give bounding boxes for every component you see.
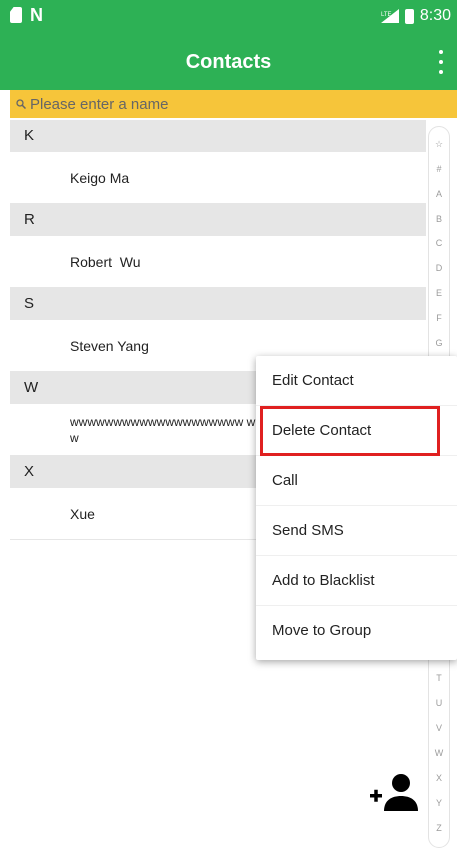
app-bar: Contacts bbox=[0, 34, 457, 90]
contact-name: wwwwwwwwwwwwwwwwwwww ww bbox=[70, 414, 256, 445]
index-letter-z[interactable]: Z bbox=[429, 823, 449, 833]
search-bar bbox=[10, 90, 457, 118]
overflow-dot bbox=[439, 70, 443, 74]
status-time: 8:30 bbox=[419, 7, 451, 24]
contact-name: Keigo Ma bbox=[70, 169, 130, 186]
overflow-menu-icon[interactable] bbox=[437, 50, 445, 74]
notification-n-icon: N bbox=[30, 5, 43, 25]
contact-row[interactable]: Keigo Ma bbox=[10, 152, 426, 204]
menu-item-edit-contact[interactable]: Edit Contact bbox=[256, 356, 457, 406]
contact-context-menu: Edit Contact Delete Contact Call Send SM… bbox=[256, 356, 457, 660]
overflow-dot bbox=[439, 60, 443, 64]
index-letter-v[interactable]: V bbox=[429, 723, 449, 733]
index-letter-w[interactable]: W bbox=[429, 748, 449, 758]
menu-item-add-to-blacklist[interactable]: Add to Blacklist bbox=[256, 556, 457, 606]
index-letter-b[interactable]: B bbox=[429, 214, 449, 224]
index-letter-star[interactable]: ☆ bbox=[429, 139, 449, 150]
index-letter-x[interactable]: X bbox=[429, 773, 449, 783]
contact-name: Robert Wu bbox=[70, 253, 141, 270]
search-input[interactable] bbox=[30, 95, 430, 113]
status-left: N bbox=[10, 5, 43, 25]
add-contact-icon[interactable] bbox=[368, 773, 420, 811]
index-letter-e[interactable]: E bbox=[429, 288, 449, 298]
signal-icon: LTE bbox=[380, 9, 399, 23]
battery-icon bbox=[404, 8, 414, 24]
index-letter-u[interactable]: U bbox=[429, 698, 449, 708]
search-icon bbox=[16, 99, 26, 109]
overflow-dot bbox=[439, 50, 443, 54]
network-label: LTE bbox=[381, 12, 392, 18]
index-letter-t[interactable]: T bbox=[429, 673, 449, 683]
menu-item-move-to-group[interactable]: Move to Group bbox=[256, 606, 457, 656]
index-letter-d[interactable]: D bbox=[429, 263, 449, 273]
status-bar: N LTE 8:30 bbox=[0, 0, 457, 34]
index-letter-c[interactable]: C bbox=[429, 238, 449, 248]
page-title: Contacts bbox=[185, 51, 272, 73]
contact-name: Xue bbox=[70, 505, 95, 522]
index-letter-f[interactable]: F bbox=[429, 313, 449, 323]
section-header-k: K bbox=[10, 120, 426, 152]
sim-card-icon bbox=[10, 7, 22, 23]
index-letter-hash[interactable]: # bbox=[429, 164, 449, 174]
contact-row[interactable]: Robert Wu bbox=[10, 236, 426, 288]
section-header-s: S bbox=[10, 288, 426, 320]
menu-item-call[interactable]: Call bbox=[256, 456, 457, 506]
section-header-r: R bbox=[10, 204, 426, 236]
menu-item-send-sms[interactable]: Send SMS bbox=[256, 506, 457, 556]
status-right: LTE 8:30 bbox=[380, 7, 451, 25]
contact-name: Steven Yang bbox=[70, 337, 149, 354]
index-letter-g[interactable]: G bbox=[429, 338, 449, 348]
menu-item-delete-contact[interactable]: Delete Contact bbox=[256, 406, 457, 456]
index-letter-y[interactable]: Y bbox=[429, 798, 449, 808]
index-letter-a[interactable]: A bbox=[429, 189, 449, 199]
